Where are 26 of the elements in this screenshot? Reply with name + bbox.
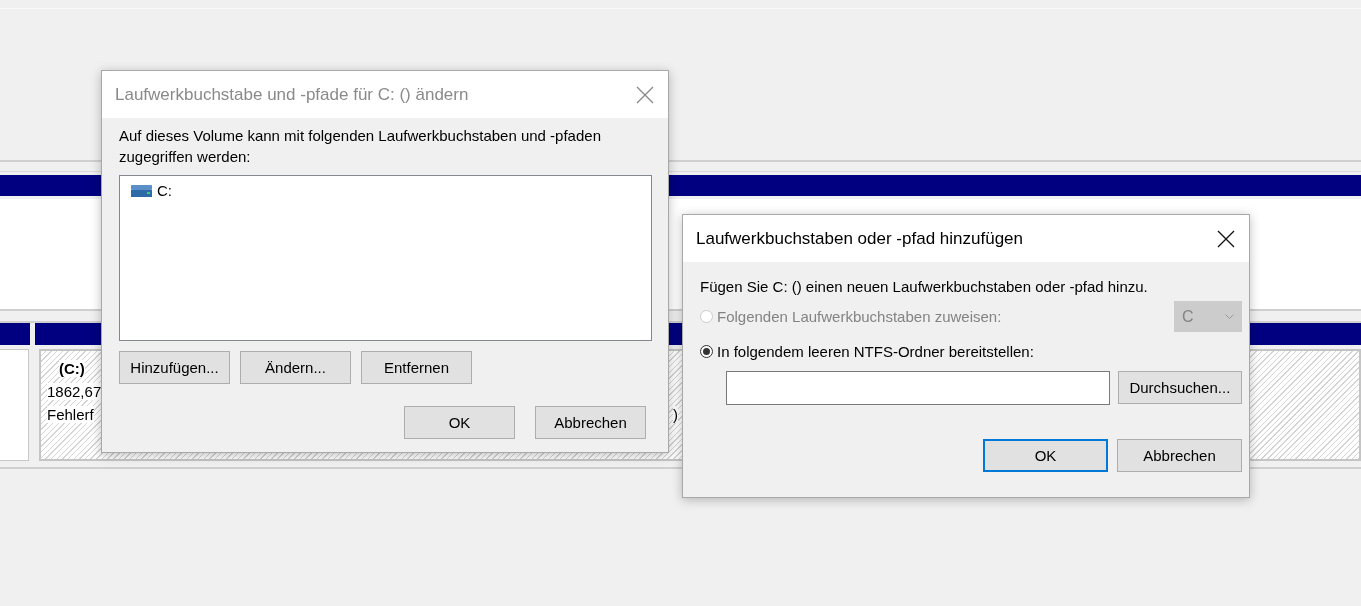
disk-header-bar xyxy=(0,323,30,345)
drive-icon xyxy=(131,184,152,197)
action-button[interactable]: Entfernen xyxy=(361,351,472,384)
volume-size: 1862,67 xyxy=(47,383,102,400)
radio-label: In folgendem leeren NTFS-Ordner bereitstellen: xyxy=(717,343,1034,360)
chevron-down-icon xyxy=(1225,313,1234,320)
volume-status: Fehlerf xyxy=(47,406,94,423)
dialog-description: Fügen Sie C: () einen neuen Laufwerkbuchstaben oder -pfad hinzu. xyxy=(700,278,1149,295)
drive-label: C: xyxy=(157,182,172,199)
cancel-button[interactable]: Abbrechen xyxy=(535,406,646,439)
action-button[interactable]: Ändern... xyxy=(240,351,351,384)
dialog-description: Auf dieses Volume kann mit folgenden Laufwerkbuchstaben und -pfaden zugegriffen werden: xyxy=(119,126,602,167)
list-item[interactable]: C: xyxy=(129,181,174,200)
ok-button[interactable]: OK xyxy=(983,439,1108,472)
dialog-title: Laufwerkbuchstaben oder -pfad hinzufügen xyxy=(696,228,1023,249)
close-icon[interactable] xyxy=(1217,229,1235,248)
radio-button[interactable] xyxy=(700,345,713,358)
dialog-title: Laufwerkbuchstabe und -pfade für C: () ändern xyxy=(115,84,469,105)
ok-button[interactable]: OK xyxy=(404,406,515,439)
browse-button[interactable]: Durchsuchen... xyxy=(1117,371,1242,404)
folder-path-field[interactable] xyxy=(726,371,1110,405)
cancel-button[interactable]: Abbrechen xyxy=(1117,439,1242,472)
volume-status-end: ) xyxy=(673,406,678,423)
volume-label: (C:) xyxy=(59,360,85,377)
radio-label: Folgenden Laufwerkbuchstaben zuweisen: xyxy=(717,308,1002,325)
action-button[interactable]: Hinzufügen... xyxy=(119,351,230,384)
